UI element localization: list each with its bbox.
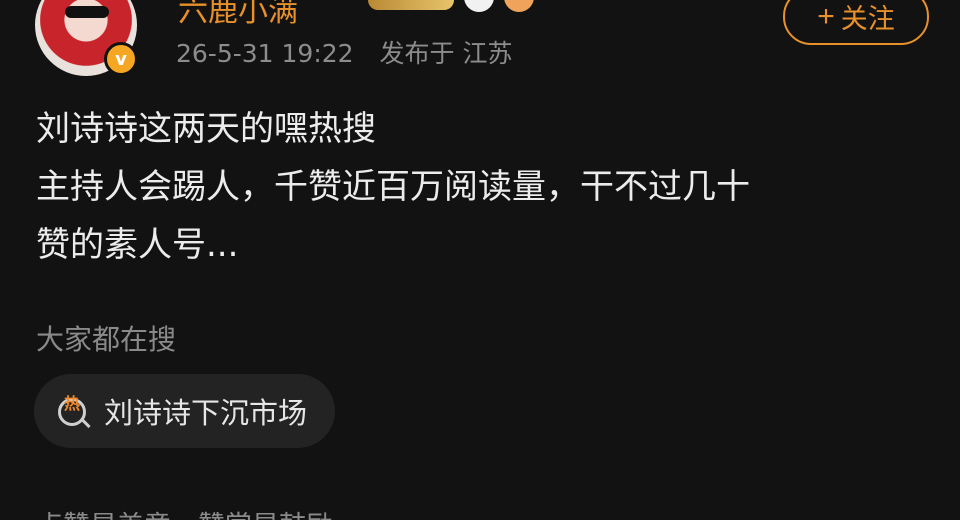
post-meta: 26-5-31 19:22 发布于 江苏	[176, 34, 512, 70]
level-badge-icon[interactable]	[368, 0, 454, 10]
panda-badge-icon[interactable]	[464, 0, 494, 12]
follow-button-label: 关注	[840, 4, 895, 34]
verified-badge-icon: v	[104, 42, 138, 76]
user-badges	[368, 0, 534, 12]
post-line: 刘诗诗这两天的嘿热搜	[36, 109, 376, 149]
related-search-label: 大家都在搜	[36, 323, 177, 356]
post-timestamp: 26-5-31 19:22	[176, 39, 354, 68]
follow-button[interactable]: + 关注	[783, 0, 929, 45]
hot-search-icon: 热	[56, 392, 94, 430]
post-body[interactable]: 刘诗诗这两天的嘿热搜 主持人会踢人，千赞近百万阅读量，干不过几十 赞的素人号..…	[36, 100, 926, 274]
reward-hint: 点赞是美意，赞赏是鼓励	[36, 504, 333, 520]
post-location: 发布于 江苏	[379, 39, 513, 68]
post-line: 赞的素人号...	[36, 225, 239, 265]
plus-icon: +	[817, 0, 835, 33]
username[interactable]: 六鹿小满	[178, 0, 298, 30]
post-line: 主持人会踢人，千赞近百万阅读量，干不过几十	[36, 167, 750, 207]
avatar-sunglasses	[65, 6, 109, 18]
related-search-chip[interactable]: 热 刘诗诗下沉市场	[34, 374, 336, 448]
hot-mark: 热	[64, 394, 81, 413]
fan-badge-icon[interactable]	[504, 0, 534, 12]
related-search-text: 刘诗诗下沉市场	[104, 396, 308, 430]
post-page: v 六鹿小满 26-5-31 19:22 发布于 江苏 + 关注 刘诗诗这两天的…	[0, 0, 960, 520]
